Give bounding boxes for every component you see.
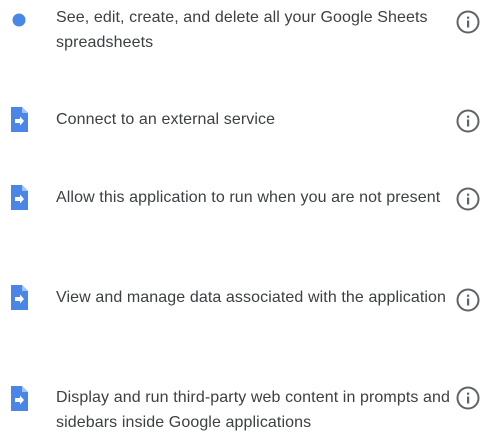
info-icon[interactable] (455, 287, 481, 313)
blue-dot-icon (8, 8, 30, 36)
info-icon[interactable] (455, 108, 481, 134)
info-icon[interactable] (455, 186, 481, 212)
info-icon[interactable] (455, 9, 481, 35)
apps-script-icon (8, 284, 30, 312)
permission-text: Connect to an external service (56, 111, 276, 128)
apps-script-icon (8, 385, 30, 413)
apps-script-icon (8, 106, 30, 134)
permission-text: Display and run third-party web content … (56, 389, 451, 431)
apps-script-icon (8, 184, 30, 212)
permission-text: Allow this application to run when you a… (56, 189, 441, 206)
info-icon[interactable] (455, 385, 481, 411)
permission-text: See, edit, create, and delete all your G… (56, 9, 428, 51)
permission-text: View and manage data associated with the… (56, 289, 447, 306)
permission-list: See, edit, create, and delete all your G… (0, 0, 486, 439)
